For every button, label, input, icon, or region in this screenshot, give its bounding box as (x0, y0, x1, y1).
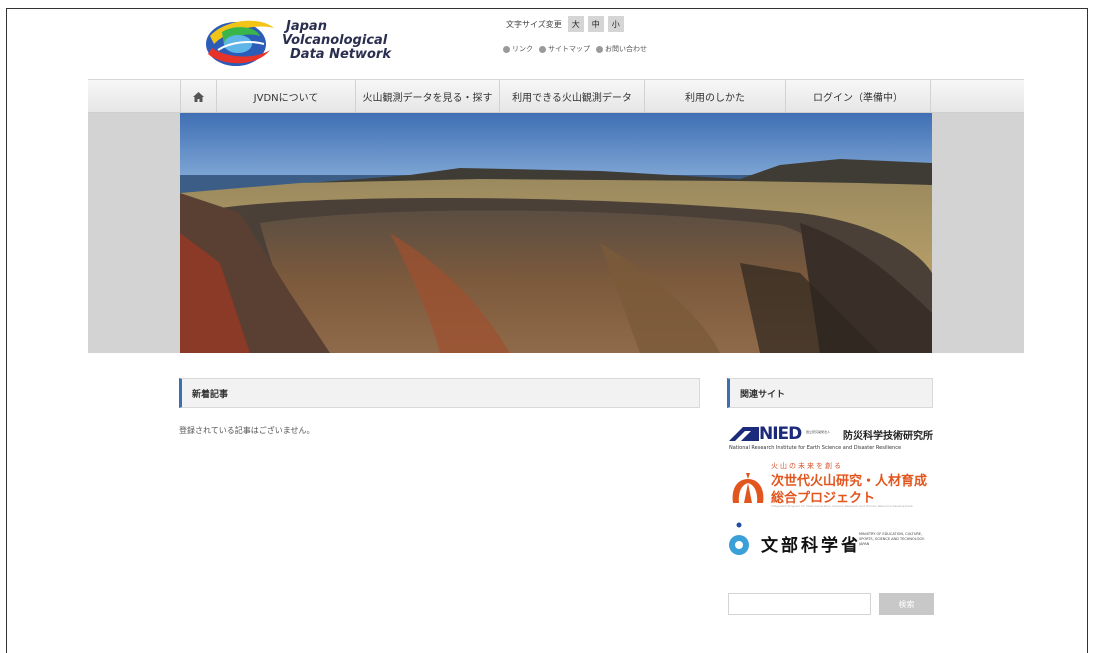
news-section-header: 新着記事 (179, 378, 700, 408)
site-logo[interactable]: Japan Volcanological Data Network (200, 14, 391, 70)
nav-how-to-use[interactable]: 利用のしかた (644, 80, 785, 113)
logo-line-2: Volcanological (282, 33, 388, 48)
logo-text: Japan Volcanological Data Network (282, 20, 402, 62)
volcano-project-logo-icon (732, 473, 764, 503)
link-sitemap-label: サイトマップ (548, 45, 590, 53)
mext-logo-icon (729, 522, 749, 555)
bullet-icon (596, 45, 603, 53)
nied-banner-link[interactable]: NIED 国立研究開発法人 防災科学技術研究所 National Researc… (729, 424, 935, 454)
mext-name-en: MINISTRY OF EDUCATION, CULTURE, SPORTS, … (859, 532, 925, 546)
nextgen-project-banner-link[interactable]: 火山の未来を創る 次世代火山研究・人材育成 総合プロジェクト Integrate… (729, 461, 935, 511)
bullet-icon (539, 45, 546, 53)
jvdn-logo-icon (206, 20, 274, 66)
nav-home[interactable] (180, 80, 216, 113)
bullet-icon (503, 45, 510, 53)
utility-links: リンク サイトマップ お問い合わせ (503, 44, 647, 54)
hero-image (180, 113, 932, 353)
link-sitemap[interactable]: サイトマップ (539, 44, 590, 54)
link-contact-label: お問い合わせ (605, 45, 647, 53)
nied-logo-icon (729, 427, 759, 441)
mext-banner-link[interactable]: 文部科学省 MINISTRY OF EDUCATION, CULTURE, SP… (729, 521, 935, 561)
related-sites-header: 関連サイト (727, 378, 933, 408)
logo-line-3: Data Network (290, 47, 391, 62)
link-links-label: リンク (512, 45, 533, 53)
nav-browse-data[interactable]: 火山観測データを見る・探す (355, 80, 499, 113)
news-empty-message: 登録されている記事はございません。 (179, 426, 315, 435)
font-size-label: 文字サイズ変更 (506, 19, 562, 29)
mext-name-jp: 文部科学省 (761, 536, 861, 556)
nav-about[interactable]: JVDNについて (216, 80, 355, 113)
link-links[interactable]: リンク (503, 44, 533, 54)
font-size-switcher: 文字サイズ変更 大 中 小 (506, 14, 624, 34)
nied-mark: NIED (759, 424, 802, 444)
volcanic-crater-photo (180, 113, 932, 353)
nav-login[interactable]: ログイン（準備中） (785, 80, 931, 113)
font-size-medium-button[interactable]: 中 (587, 16, 604, 32)
logo-line-1: Japan (286, 19, 327, 34)
global-nav: JVDNについて 火山観測データを見る・探す 利用できる火山観測データ 利用のし… (180, 80, 931, 113)
nextgen-title-en: Integrated Program for Next Generation V… (771, 504, 913, 508)
search-button[interactable]: 検索 (879, 593, 934, 615)
home-icon (193, 91, 204, 102)
nied-name-jp: 防災科学技術研究所 (843, 431, 933, 442)
search-input[interactable] (728, 593, 871, 615)
nied-name-en: National Research Institute for Earth Sc… (729, 445, 902, 451)
link-contact[interactable]: お問い合わせ (596, 44, 647, 54)
nav-available-data[interactable]: 利用できる火山観測データ (499, 80, 644, 113)
font-size-large-button[interactable]: 大 (567, 16, 584, 32)
nied-small-text: 国立研究開発法人 (806, 430, 831, 434)
font-size-small-button[interactable]: 小 (607, 16, 624, 32)
